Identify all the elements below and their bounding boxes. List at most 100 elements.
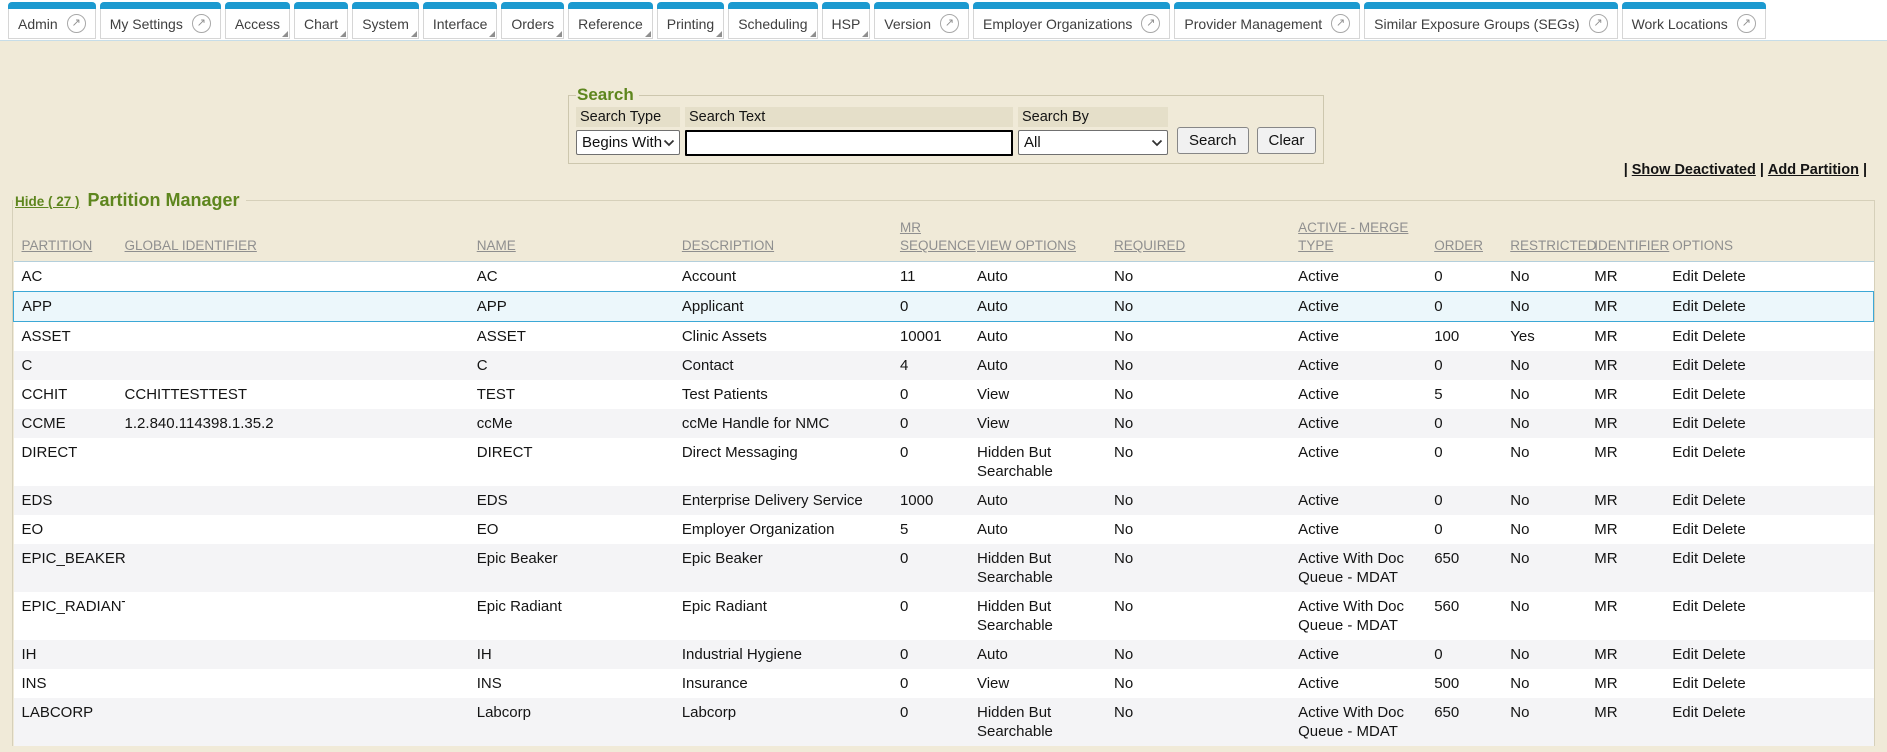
delete-link[interactable]: Delete — [1702, 415, 1745, 432]
edit-link[interactable]: Edit — [1672, 415, 1698, 432]
edit-link[interactable]: Edit — [1672, 386, 1698, 403]
search-text-input[interactable] — [685, 130, 1013, 156]
open-in-new-window-icon[interactable]: ↗ — [940, 14, 959, 33]
sort-link[interactable]: NAME — [477, 238, 516, 253]
table-cell: MR — [1594, 515, 1672, 544]
table-row-epic_beaker[interactable]: EPIC_BEAKEREpic BeakerEpic Beaker0Hidden… — [14, 544, 1874, 592]
nav-tab-access[interactable]: Access — [225, 2, 290, 39]
hide-count-link[interactable]: Hide ( 27 ) — [15, 194, 80, 209]
open-in-new-window-icon[interactable]: ↗ — [67, 14, 86, 33]
edit-link[interactable]: Edit — [1672, 646, 1698, 663]
table-cell: No — [1114, 640, 1298, 669]
edit-link[interactable]: Edit — [1672, 675, 1698, 692]
sort-link[interactable]: RESTRICTED — [1510, 238, 1596, 253]
nav-tab-orders[interactable]: Orders — [501, 2, 564, 39]
table-row-ih[interactable]: IHIHIndustrial Hygiene0AutoNoActive0NoMR… — [14, 640, 1874, 669]
sort-link[interactable]: VIEW OPTIONS — [977, 238, 1076, 253]
search-type-select[interactable]: Begins With — [576, 130, 680, 155]
nav-tab-similar-exposure-groups-segs[interactable]: Similar Exposure Groups (SEGs)↗ — [1364, 2, 1617, 39]
edit-link[interactable]: Edit — [1672, 357, 1698, 374]
table-row-asset[interactable]: ASSETASSETClinic Assets10001AutoNoActive… — [14, 322, 1874, 352]
nav-tab-interface[interactable]: Interface — [423, 2, 497, 39]
edit-link[interactable]: Edit — [1672, 598, 1698, 615]
table-row-c[interactable]: CCContact4AutoNoActive0NoMREdit Delete — [14, 351, 1874, 380]
sort-link[interactable]: MR SEQUENCE — [900, 220, 976, 253]
edit-link[interactable]: Edit — [1672, 492, 1698, 509]
table-cell: No — [1114, 262, 1298, 292]
table-row-epic_radiant[interactable]: EPIC_RADIANTEpic RadiantEpic Radiant0Hid… — [14, 592, 1874, 640]
sort-link[interactable]: PARTITION — [22, 238, 93, 253]
nav-tab-employer-organizations[interactable]: Employer Organizations↗ — [973, 2, 1170, 39]
show-deactivated-link[interactable]: Show Deactivated — [1632, 162, 1756, 178]
table-row-ac[interactable]: ACACAccount11AutoNoActive0NoMREdit Delet… — [14, 262, 1874, 292]
table-cell: No — [1510, 698, 1594, 746]
table-row-eds[interactable]: EDSEDSEnterprise Delivery Service1000Aut… — [14, 486, 1874, 515]
table-cell-options: Edit Delete — [1672, 351, 1873, 380]
edit-link[interactable]: Edit — [1672, 704, 1698, 721]
table-cell — [125, 515, 477, 544]
nav-tab-chart[interactable]: Chart — [294, 2, 348, 39]
clear-button[interactable]: Clear — [1257, 127, 1317, 154]
nav-tab-printing[interactable]: Printing — [657, 2, 724, 39]
delete-link[interactable]: Delete — [1702, 357, 1745, 374]
sort-link[interactable]: ACTIVE - MERGE TYPE — [1298, 220, 1408, 253]
table-cell: INS — [14, 669, 125, 698]
table-row-eo[interactable]: EOEOEmployer Organization5AutoNoActive0N… — [14, 515, 1874, 544]
nav-tab-provider-management[interactable]: Provider Management↗ — [1174, 2, 1360, 39]
edit-link[interactable]: Edit — [1672, 521, 1698, 538]
nav-tab-hsp[interactable]: HSP — [822, 2, 871, 39]
delete-link[interactable]: Delete — [1702, 704, 1745, 721]
delete-link[interactable]: Delete — [1702, 521, 1745, 538]
sort-link[interactable]: DESCRIPTION — [682, 238, 774, 253]
table-cell — [125, 592, 477, 640]
edit-link[interactable]: Edit — [1672, 328, 1698, 345]
table-cell: TEST — [477, 380, 682, 409]
nav-tab-label: Interface — [433, 16, 487, 32]
nav-tab-my-settings[interactable]: My Settings↗ — [100, 2, 221, 39]
nav-tab-version[interactable]: Version↗ — [874, 2, 969, 39]
add-partition-link[interactable]: Add Partition — [1768, 162, 1859, 178]
delete-link[interactable]: Delete — [1702, 675, 1745, 692]
delete-link[interactable]: Delete — [1702, 328, 1745, 345]
delete-link[interactable]: Delete — [1702, 444, 1745, 461]
sort-link[interactable]: GLOBAL IDENTIFIER — [125, 238, 257, 253]
table-cell: No — [1510, 669, 1594, 698]
table-cell: No — [1510, 592, 1594, 640]
open-in-new-window-icon[interactable]: ↗ — [1141, 14, 1160, 33]
table-row-ccme[interactable]: CCME1.2.840.114398.1.35.2ccMeccMe Handle… — [14, 409, 1874, 438]
table-cell: No — [1510, 409, 1594, 438]
nav-tab-scheduling[interactable]: Scheduling — [728, 2, 817, 39]
edit-link[interactable]: Edit — [1672, 550, 1698, 567]
chevron-down-icon — [663, 139, 675, 147]
delete-link[interactable]: Delete — [1702, 492, 1745, 509]
table-row-app[interactable]: APPAPPApplicant0AutoNoActive0NoMREdit De… — [14, 292, 1874, 322]
edit-link[interactable]: Edit — [1672, 444, 1698, 461]
nav-tab-work-locations[interactable]: Work Locations↗ — [1622, 2, 1766, 39]
open-in-new-window-icon[interactable]: ↗ — [192, 14, 211, 33]
search-by-select[interactable]: All — [1018, 130, 1168, 155]
sort-link[interactable]: ORDER — [1434, 238, 1483, 253]
sort-link[interactable]: IDENTIFIER — [1594, 238, 1669, 253]
dropdown-corner-icon — [411, 31, 417, 37]
nav-tab-reference[interactable]: Reference — [568, 2, 653, 39]
edit-link[interactable]: Edit — [1672, 298, 1698, 315]
table-row-cchit[interactable]: CCHITCCHITTESTTESTTESTTest Patients0View… — [14, 380, 1874, 409]
open-in-new-window-icon[interactable]: ↗ — [1737, 14, 1756, 33]
table-row-ins[interactable]: INSINSInsurance0ViewNoActive500NoMREdit … — [14, 669, 1874, 698]
nav-tab-system[interactable]: System — [352, 2, 419, 39]
delete-link[interactable]: Delete — [1702, 550, 1745, 567]
search-button[interactable]: Search — [1177, 127, 1249, 154]
edit-link[interactable]: Edit — [1672, 268, 1698, 285]
sort-link[interactable]: REQUIRED — [1114, 238, 1185, 253]
delete-link[interactable]: Delete — [1702, 598, 1745, 615]
nav-tab-admin[interactable]: Admin↗ — [8, 2, 96, 39]
delete-link[interactable]: Delete — [1702, 646, 1745, 663]
open-in-new-window-icon[interactable]: ↗ — [1331, 14, 1350, 33]
table-row-direct[interactable]: DIRECTDIRECTDirect Messaging0Hidden But … — [14, 438, 1874, 486]
open-in-new-window-icon[interactable]: ↗ — [1589, 14, 1608, 33]
delete-link[interactable]: Delete — [1702, 268, 1745, 285]
delete-link[interactable]: Delete — [1702, 386, 1745, 403]
column-header-name: NAME — [477, 211, 682, 262]
table-row-labcorp[interactable]: LABCORPLabcorpLabcorp0Hidden But Searcha… — [14, 698, 1874, 746]
delete-link[interactable]: Delete — [1702, 298, 1745, 315]
